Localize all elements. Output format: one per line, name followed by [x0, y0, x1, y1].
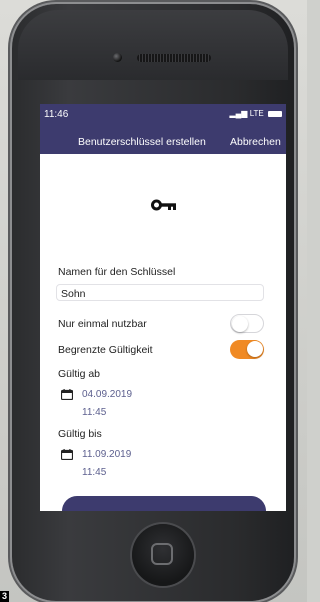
app-screen: 11:46 ▂▄▆ LTE Benutzerschlüssel erstelle…: [40, 104, 286, 511]
single-use-label: Nur einmal nutzbar: [58, 318, 147, 330]
signal-icon: ▂▄▆: [229, 109, 248, 118]
navigation-bar: Benutzerschlüssel erstellen Abbrechen: [40, 126, 286, 154]
status-bar: 11:46 ▂▄▆ LTE: [40, 104, 286, 126]
battery-icon: [268, 110, 282, 117]
key-name-field[interactable]: Sohn: [56, 284, 264, 301]
valid-to-date[interactable]: 11.09.2019: [82, 449, 131, 460]
valid-to-label: Gültig bis: [58, 428, 102, 440]
valid-from-date[interactable]: 04.09.2019: [82, 389, 132, 400]
valid-to-time[interactable]: 11:45: [82, 467, 106, 478]
toggle-knob: [247, 341, 263, 357]
status-indicators: ▂▄▆ LTE: [229, 109, 282, 118]
earpiece-speaker: [137, 54, 211, 62]
page-title: Benutzerschlüssel erstellen: [78, 136, 206, 148]
cancel-button[interactable]: Abbrechen: [230, 136, 281, 148]
key-name-label: Namen für den Schlüssel: [58, 266, 176, 278]
single-use-toggle[interactable]: [230, 314, 264, 333]
network-label: LTE: [249, 109, 264, 118]
figure-number: 3: [0, 591, 9, 602]
phone-top-bezel: [18, 10, 288, 80]
calendar-icon: [61, 389, 73, 400]
create-key-button[interactable]: [62, 496, 266, 511]
key-icon: [151, 199, 176, 211]
limited-validity-label: Begrenzte Gültigkeit: [58, 344, 153, 356]
home-button[interactable]: [132, 524, 194, 586]
front-camera: [113, 53, 122, 62]
calendar-icon: [61, 449, 73, 460]
toggle-knob: [232, 316, 248, 332]
valid-from-time[interactable]: 11:45: [82, 407, 106, 418]
status-time: 11:46: [44, 109, 69, 120]
valid-from-label: Gültig ab: [58, 368, 101, 380]
home-square-icon: [151, 543, 173, 565]
limited-validity-toggle[interactable]: [230, 340, 264, 359]
